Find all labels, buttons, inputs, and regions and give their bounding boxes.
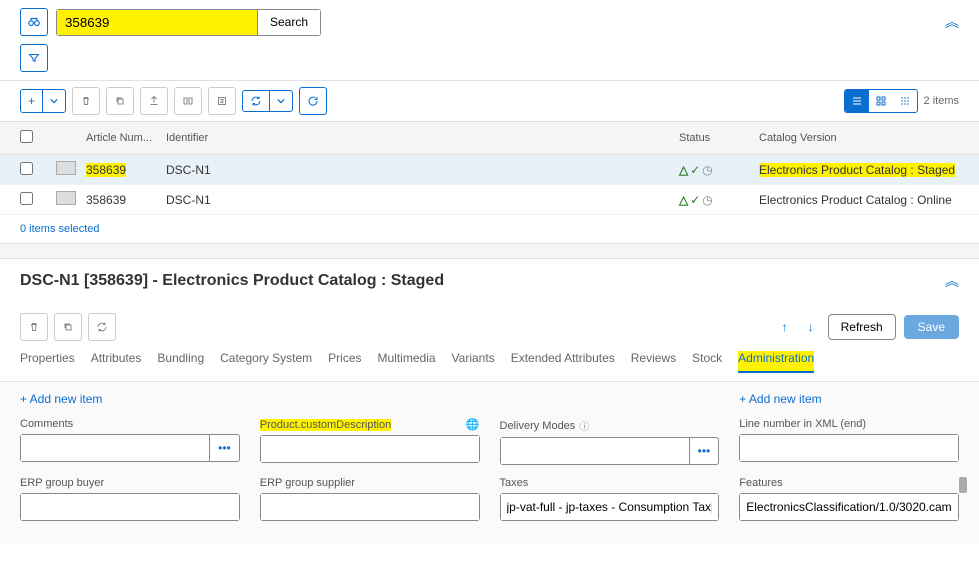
chevron-down-icon[interactable] (42, 90, 65, 112)
save-button[interactable]: Save (904, 315, 959, 339)
results-table: Article Num... Identifier Status Catalog… (0, 122, 979, 215)
add-new-item-link[interactable]: + Add new item (739, 392, 821, 406)
tab-reviews[interactable]: Reviews (631, 351, 676, 373)
refresh-toolbar-icon[interactable] (299, 87, 327, 115)
up-arrow-icon[interactable]: ↑ (776, 316, 794, 338)
erp-buyer-input[interactable] (21, 494, 239, 520)
tab-prices[interactable]: Prices (328, 351, 361, 373)
help-icon[interactable]: ⓘ (579, 418, 589, 433)
editor-title: DSC-N1 [358639] - Electronics Product Ca… (20, 272, 444, 290)
comments-input[interactable] (21, 435, 209, 461)
refresh-button[interactable]: Refresh (828, 314, 896, 340)
delete-icon[interactable] (72, 87, 100, 115)
sync-split-button[interactable] (242, 90, 293, 112)
sync-icon[interactable] (243, 91, 269, 111)
thumbnail-icon (56, 161, 76, 175)
grid-view-icon[interactable] (869, 90, 893, 112)
collapse-top-icon[interactable]: ︽ (945, 12, 959, 32)
add-split-button[interactable]: + (20, 89, 66, 113)
custom-desc-input[interactable] (261, 436, 479, 462)
scrollbar-thumb[interactable] (959, 477, 967, 493)
table-row[interactable]: 358639 DSC-N1 △✓◷ Electronics Product Ca… (0, 155, 979, 185)
catalog-cell: Electronics Product Catalog : Online (759, 193, 959, 207)
selection-count: 0 items selected (0, 215, 979, 243)
collapse-editor-icon[interactable]: ︽ (945, 271, 959, 291)
taxes-label: Taxes (500, 477, 720, 489)
dots-icon[interactable]: ••• (689, 438, 719, 464)
line-xml-label: Line number in XML (end) (739, 418, 959, 430)
filter-icon[interactable] (20, 44, 48, 72)
bulk-icon[interactable] (208, 87, 236, 115)
tab-bundling[interactable]: Bundling (157, 351, 204, 373)
tile-view-icon[interactable] (893, 90, 917, 112)
table-row[interactable]: 358639 DSC-N1 △✓◷ Electronics Product Ca… (0, 185, 979, 215)
custom-desc-label: Product.customDescription (260, 419, 391, 431)
catalog-cell: Electronics Product Catalog : Staged (759, 163, 955, 177)
status-clock-icon: ◷ (702, 193, 712, 207)
compare-icon[interactable] (174, 87, 202, 115)
copy-editor-icon[interactable] (54, 313, 82, 341)
taxes-input[interactable] (501, 494, 719, 520)
article-number: 358639 (86, 163, 126, 177)
sync-editor-icon[interactable] (88, 313, 116, 341)
copy-icon[interactable] (106, 87, 134, 115)
globe-icon[interactable]: 🌐 (466, 418, 480, 431)
add-new-item-link[interactable]: + Add new item (20, 392, 102, 406)
status-triangle-icon: △ (679, 193, 688, 207)
plus-icon[interactable]: + (21, 90, 42, 112)
binoculars-icon[interactable] (20, 8, 48, 36)
tab-multimedia[interactable]: Multimedia (378, 351, 436, 373)
line-xml-input[interactable] (740, 435, 958, 461)
status-check-icon: ✓ (690, 163, 700, 177)
erp-supplier-label: ERP group supplier (260, 477, 480, 489)
select-all-checkbox[interactable] (20, 130, 33, 143)
col-status-header: Status (679, 132, 759, 144)
thumbnail-icon (56, 191, 76, 205)
table-toolbar: + 2 items (0, 80, 979, 122)
editor-tabs: Properties Attributes Bundling Category … (0, 351, 979, 382)
features-input[interactable] (740, 494, 958, 520)
identifier-cell: DSC-N1 (166, 163, 679, 177)
export-icon[interactable] (140, 87, 168, 115)
status-check-icon: ✓ (690, 193, 700, 207)
row-checkbox[interactable] (20, 192, 33, 205)
tab-attributes[interactable]: Attributes (91, 351, 142, 373)
delivery-input[interactable] (501, 438, 689, 464)
chevron-down-icon[interactable] (269, 91, 292, 111)
status-triangle-icon: △ (679, 163, 688, 177)
list-view-icon[interactable] (845, 90, 869, 112)
item-count-label: 2 items (924, 95, 959, 107)
view-mode-toggle (844, 89, 918, 113)
features-label: Features (739, 477, 959, 489)
tab-stock[interactable]: Stock (692, 351, 722, 373)
tab-administration[interactable]: Administration (738, 351, 814, 373)
tab-properties[interactable]: Properties (20, 351, 75, 373)
tab-extended-attributes[interactable]: Extended Attributes (511, 351, 615, 373)
search-button[interactable]: Search (257, 10, 320, 35)
search-box: Search (56, 9, 321, 36)
erp-supplier-input[interactable] (261, 494, 479, 520)
article-number: 358639 (86, 193, 166, 207)
status-clock-icon: ◷ (702, 163, 712, 177)
delete-icon[interactable] (20, 313, 48, 341)
col-catalog-header: Catalog Version (759, 132, 959, 144)
erp-buyer-label: ERP group buyer (20, 477, 240, 489)
tab-variants[interactable]: Variants (452, 351, 495, 373)
form-panel: + Add new item + Add new item Comments •… (0, 382, 979, 543)
delivery-label: Delivery Modes (500, 420, 576, 432)
search-input[interactable] (57, 10, 257, 35)
tab-category-system[interactable]: Category System (220, 351, 312, 373)
identifier-cell: DSC-N1 (166, 193, 679, 207)
down-arrow-icon[interactable]: ↓ (802, 316, 820, 338)
row-checkbox[interactable] (20, 162, 33, 175)
dots-icon[interactable]: ••• (209, 435, 239, 461)
col-identifier-header: Identifier (166, 132, 679, 144)
comments-label: Comments (20, 418, 240, 430)
col-article-header: Article Num... (86, 132, 166, 144)
